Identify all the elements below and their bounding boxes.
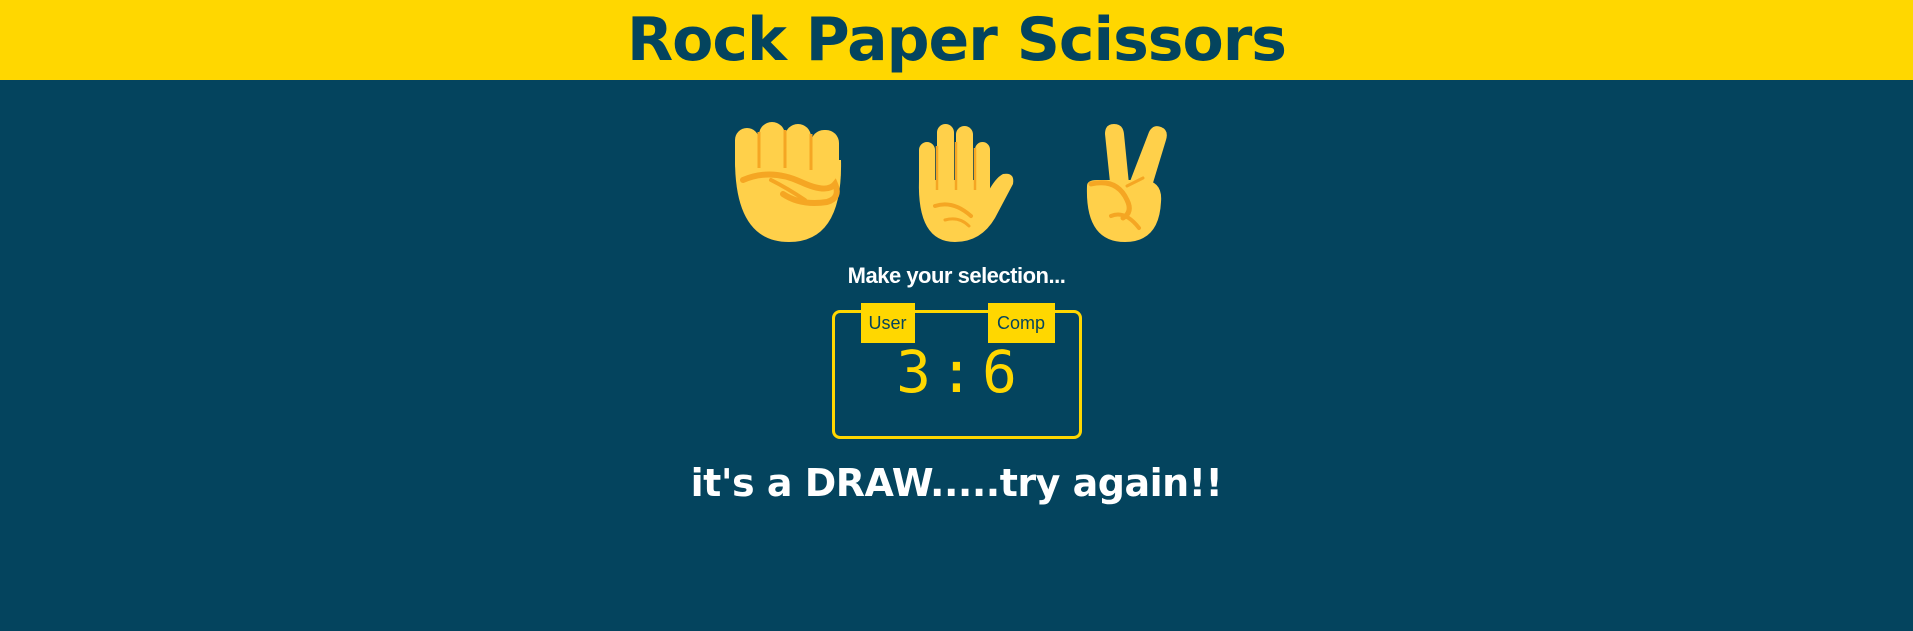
- scoreboard: User Comp 3:6: [831, 303, 1082, 439]
- rock-button[interactable]: [729, 120, 849, 245]
- raised-fist-icon: [734, 122, 841, 242]
- user-score-label: User: [860, 303, 915, 343]
- comp-score-label: Comp: [987, 303, 1055, 343]
- comp-score: 6: [981, 338, 1017, 406]
- app-header: Rock Paper Scissors: [0, 0, 1913, 80]
- scissors-button[interactable]: [1065, 120, 1185, 245]
- score-separator: :: [939, 338, 974, 406]
- page-title: Rock Paper Scissors: [626, 5, 1287, 75]
- score-display: 3:6: [835, 343, 1079, 401]
- raised-hand-icon: [918, 124, 1013, 242]
- paper-button[interactable]: [897, 120, 1017, 245]
- selection-prompt: Make your selection...: [847, 263, 1066, 288]
- choice-buttons: [0, 120, 1913, 245]
- victory-hand-icon: [1086, 124, 1167, 242]
- result-message: it's a DRAW.....try again!!: [690, 461, 1223, 505]
- user-score: 3: [896, 338, 932, 406]
